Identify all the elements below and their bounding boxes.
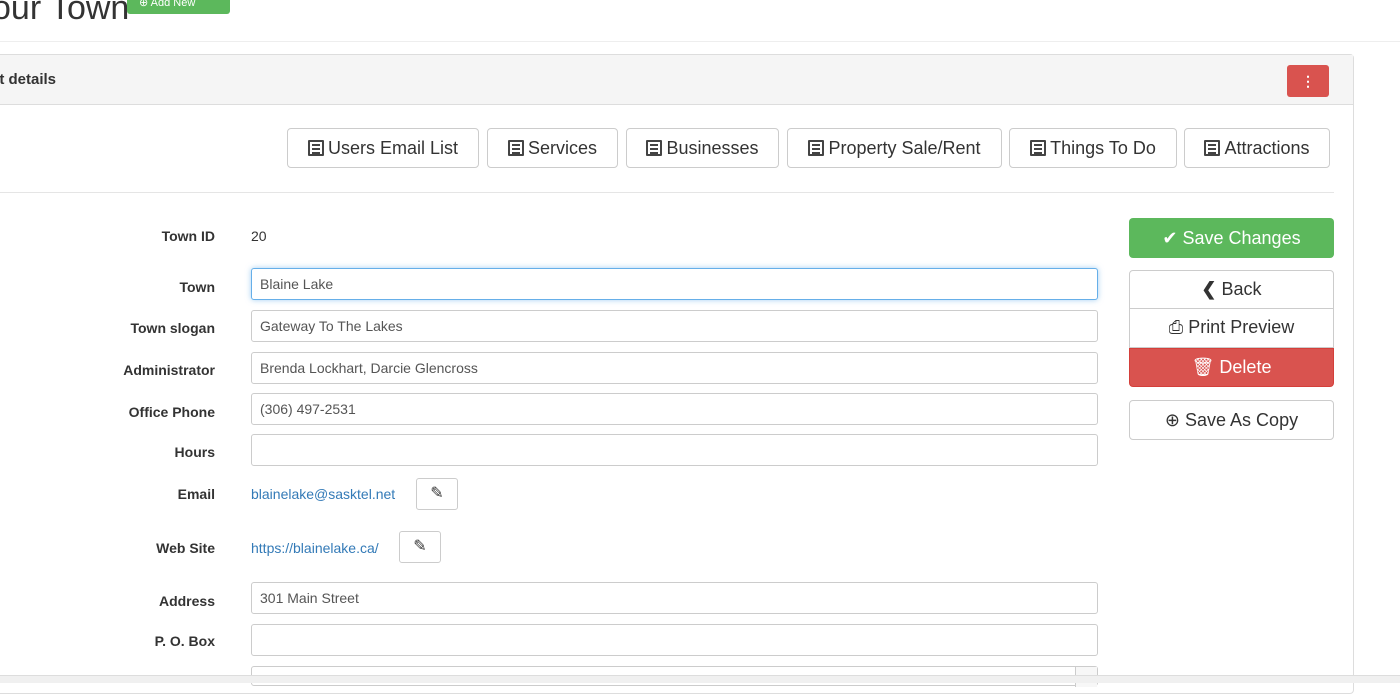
website-label: Web Site [156,540,215,556]
town-id-label: Town ID [161,228,215,244]
list-icon [307,140,324,156]
save-as-copy-label: Save As Copy [1185,410,1299,430]
checkmark-icon: ✔ [1162,228,1178,248]
services-button[interactable]: Services [487,128,618,168]
vertical-ellipsis-icon: ⋮ [1301,73,1315,89]
nav-button-label: Property Sale/Rent [828,138,981,158]
users-email-list-button[interactable]: Users Email List [287,128,479,168]
panel-heading: ct details ⋮ [0,55,1353,105]
pencil-icon: ✎ [413,538,427,555]
panel-menu-button[interactable]: ⋮ [1287,65,1329,97]
add-new-label: Add New [150,0,196,9]
administrator-label: Administrator [123,362,215,378]
website-link[interactable]: https://blainelake.ca/ [251,540,379,556]
po-box-input[interactable] [251,624,1098,656]
town-label: Town [179,279,215,295]
list-icon [1204,140,1221,156]
email-link[interactable]: blainelake@sasktel.net [251,486,395,502]
office-phone-input[interactable]: (306) 497-2531 [251,393,1098,425]
hours-input[interactable] [251,434,1098,466]
chevron-left-icon: ❮ [1201,279,1217,299]
property-sale-rent-button[interactable]: Property Sale/Rent [787,128,1002,168]
list-icon [646,140,663,156]
back-label: Back [1221,279,1262,299]
nav-button-label: Attractions [1224,138,1310,158]
list-icon [808,140,825,156]
print-icon: ⎙ [1168,317,1184,337]
slogan-input[interactable]: Gateway To The Lakes [251,310,1098,342]
nav-button-label: Things To Do [1050,138,1156,158]
plus-circle-icon: ⊕ [1164,410,1180,430]
delete-label: Delete [1219,357,1272,377]
page-header: our Town ⊕ Add New [0,0,1400,42]
print-preview-button[interactable]: ⎙ Print Preview [1129,309,1334,348]
panel-title: ct details [0,71,57,88]
town-id-value: 20 [251,228,267,244]
back-button[interactable]: ❮ Back [1129,270,1334,309]
hours-label: Hours [174,444,215,460]
action-button-group: ❮ Back ⎙ Print Preview 🗑 Delete [1129,270,1334,387]
address-input[interactable]: 301 Main Street [251,582,1098,614]
nav-button-label: Businesses [666,138,759,158]
pencil-icon: ✎ [430,485,444,502]
divider [0,192,1334,193]
list-icon [507,140,524,156]
save-as-copy-button[interactable]: ⊕ Save As Copy [1129,400,1334,440]
address-label: Address [158,593,215,609]
save-changes-label: Save Changes [1182,228,1301,248]
edit-email-button[interactable]: ✎ [416,478,458,510]
town-input[interactable]: Blaine Lake [251,268,1098,300]
add-new-button[interactable]: ⊕ Add New [127,0,230,14]
office-phone-label: Office Phone [128,404,215,420]
save-changes-button[interactable]: ✔ Save Changes [1129,218,1334,258]
email-label: Email [177,486,215,502]
list-icon [1030,140,1047,156]
administrator-input[interactable]: Brenda Lockhart, Darcie Glencross [251,352,1098,384]
delete-button[interactable]: 🗑 Delete [1129,348,1334,387]
bottom-scroll-bar [0,675,1400,683]
nav-button-label: Services [527,138,598,158]
businesses-button[interactable]: Businesses [626,128,779,168]
attractions-button[interactable]: Attractions [1184,128,1330,168]
edit-website-button[interactable]: ✎ [399,531,441,563]
page-title: our Town [0,0,130,27]
print-preview-label: Print Preview [1188,317,1295,337]
slogan-label: Town slogan [130,320,215,336]
po-box-label: P. O. Box [154,633,215,649]
nav-button-label: Users Email List [327,138,459,158]
things-to-do-button[interactable]: Things To Do [1009,128,1177,168]
plus-circle-icon: ⊕ [139,0,149,9]
trash-icon: 🗑 [1191,357,1215,377]
